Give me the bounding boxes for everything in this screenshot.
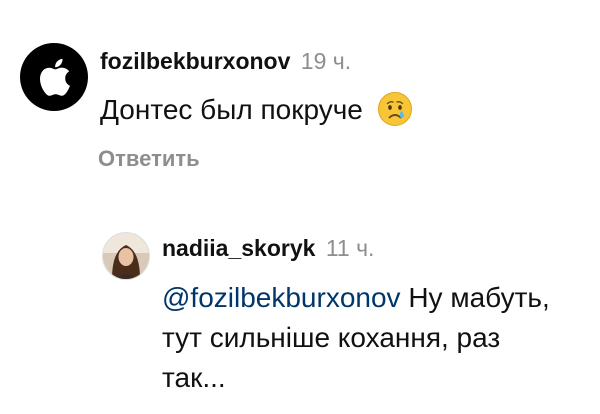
reply-mention-link[interactable]: @fozilbekburxonov	[162, 282, 401, 313]
comment-meta: fozilbekburxonov 19 ч.	[100, 44, 351, 78]
crying-face-emoji-icon	[377, 91, 413, 127]
comment-time: 19 ч.	[300, 48, 352, 74]
avatar-profile-photo[interactable]	[102, 232, 150, 280]
avatar-apple-logo-icon[interactable]	[20, 43, 88, 111]
comment-text-row: Донтес был покруче	[100, 90, 413, 130]
reply-text-block: @fozilbekburxonov Ну мабуть, тут сильніш…	[162, 278, 562, 398]
comment-username[interactable]: fozilbekburxonov	[100, 48, 290, 74]
apple-logo-icon	[40, 58, 70, 96]
reply-meta: nadiia_skoryk 11 ч.	[162, 232, 374, 264]
reply-button[interactable]: Ответить	[98, 143, 200, 175]
reply-username[interactable]: nadiia_skoryk	[162, 235, 315, 261]
reply-time: 11 ч.	[325, 235, 375, 261]
comments-thread: fozilbekburxonov 19 ч. Донтес был покруч…	[0, 0, 600, 414]
comment-text: Донтес был покруче	[100, 94, 363, 125]
